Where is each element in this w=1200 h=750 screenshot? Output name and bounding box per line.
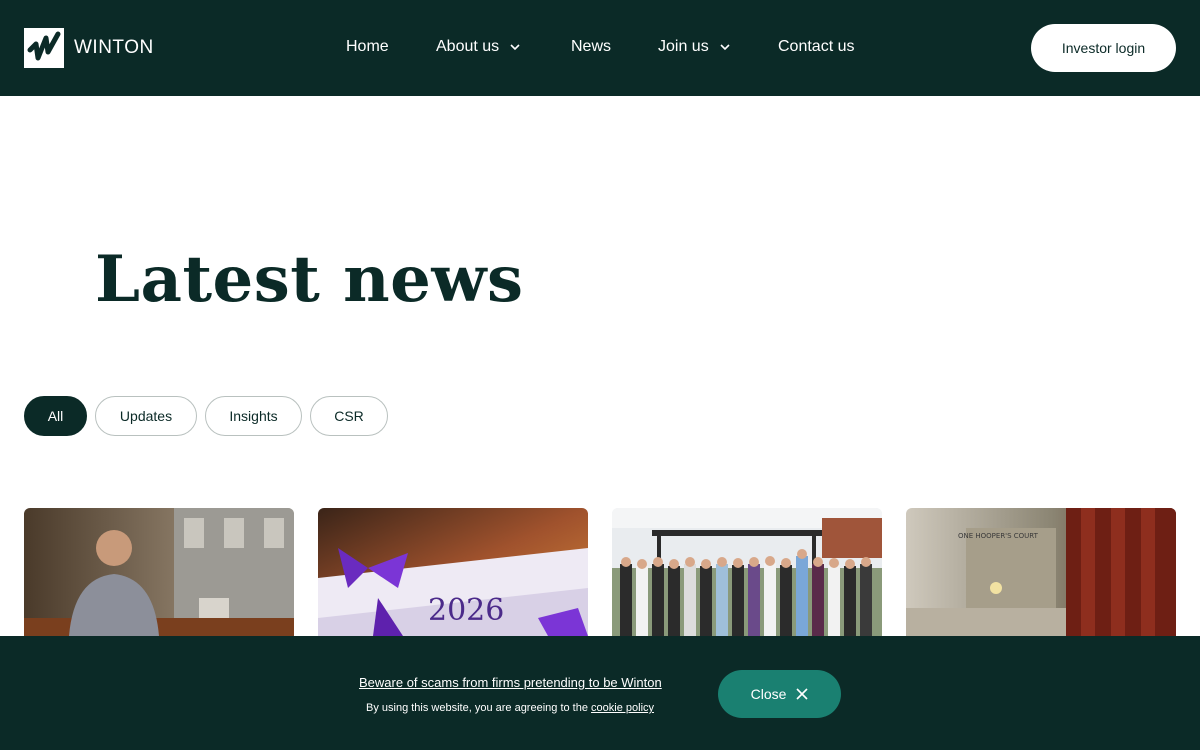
filter-csr[interactable]: CSR: [310, 396, 388, 436]
filter-updates[interactable]: Updates: [95, 396, 197, 436]
nav-about-us[interactable]: About us: [436, 38, 521, 56]
news-card-image: ONE HOOPER'S COURT: [906, 508, 1176, 636]
investor-login-button[interactable]: Investor login: [1031, 24, 1176, 72]
cookie-notice-text: By using this website, you are agreeing …: [366, 702, 588, 714]
news-card[interactable]: ONE HOOPER'S COURT: [906, 508, 1176, 636]
chevron-down-icon: [510, 44, 520, 51]
nav-news[interactable]: News: [571, 38, 611, 56]
news-card-image: [24, 508, 294, 636]
news-card[interactable]: [24, 508, 294, 636]
nav-contact-us[interactable]: Contact us: [778, 38, 854, 56]
news-card-image: 2026: [318, 508, 588, 636]
news-card-image: [612, 508, 882, 636]
filter-insights[interactable]: Insights: [205, 396, 302, 436]
card-image-text: ONE HOOPER'S COURT: [958, 532, 1039, 540]
nav-about-label: About us: [436, 38, 500, 55]
close-button-label: Close: [750, 686, 787, 702]
scam-warning-link[interactable]: Beware of scams from firms pretending to…: [359, 675, 662, 690]
card-image-text: 2026: [428, 593, 504, 628]
site-header: WINTON Home About us News Join us Contac…: [0, 0, 1200, 96]
news-card[interactable]: 2026: [318, 508, 588, 636]
nav-join-label: Join us: [658, 38, 709, 55]
close-icon: [796, 688, 808, 700]
chevron-down-icon: [720, 44, 730, 51]
main-nav: Home About us News Join us Contact us: [0, 0, 1200, 96]
page-title: Latest news: [95, 242, 524, 317]
cookie-notice: By using this website, you are agreeing …: [366, 702, 654, 714]
nav-home[interactable]: Home: [346, 38, 389, 56]
news-card[interactable]: [612, 508, 882, 636]
close-banner-button[interactable]: Close: [718, 670, 841, 718]
filter-all[interactable]: All: [24, 396, 87, 436]
cookie-policy-link[interactable]: cookie policy: [591, 702, 654, 714]
news-filter-bar: All Updates Insights CSR: [24, 396, 396, 436]
nav-join-us[interactable]: Join us: [658, 38, 731, 56]
cookie-banner: [0, 636, 1200, 750]
